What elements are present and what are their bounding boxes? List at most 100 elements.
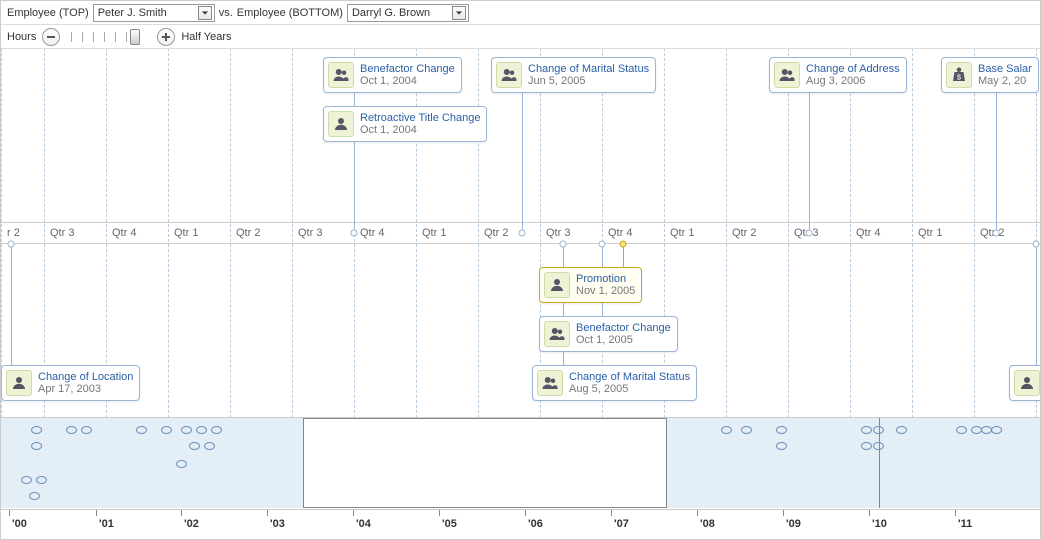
event-title: Change of Marital Status (528, 63, 649, 75)
event-pin[interactable] (560, 241, 567, 248)
quarter-label: Qtr 2 (484, 227, 508, 239)
overview-dot[interactable] (161, 426, 172, 434)
year-label: '07 (614, 518, 629, 530)
event-card[interactable]: Change of LocationApr 17, 2003 (1, 365, 140, 401)
person-icon (6, 370, 32, 396)
event-date: Oct 1, 2004 (360, 75, 455, 87)
quarter-label: Qtr 3 (546, 227, 570, 239)
timeline-area[interactable]: r 2Qtr 3Qtr 4Qtr 1Qtr 2Qtr 3Qtr 4Qtr 1Qt… (1, 49, 1040, 417)
overview-dot[interactable] (29, 492, 40, 500)
overview-dot[interactable] (896, 426, 907, 434)
event-card[interactable]: EJ (1009, 365, 1040, 401)
event-card[interactable]: Change of Marital StatusJun 5, 2005 (491, 57, 656, 93)
year-label: '01 (99, 518, 114, 530)
year-axis: '00'01'02'03'04'05'06'07'08'09'10'11 (1, 509, 1040, 539)
event-pin[interactable] (993, 230, 1000, 237)
event-date: May 2, 20 (978, 75, 1032, 87)
quarter-gridline (106, 49, 107, 417)
event-card[interactable]: Change of Marital StatusAug 5, 2005 (532, 365, 697, 401)
overview-dot[interactable] (31, 442, 42, 450)
event-stem (1036, 244, 1037, 365)
year-tick (9, 510, 10, 516)
event-date: Oct 1, 2004 (360, 124, 480, 136)
event-date: Aug 3, 2006 (806, 75, 900, 87)
quarter-gridline (292, 49, 293, 417)
overview-dot[interactable] (189, 442, 200, 450)
year-label: '05 (442, 518, 457, 530)
event-title: Change of Location (38, 371, 133, 383)
event-pin[interactable] (806, 230, 813, 237)
overview-dot[interactable] (36, 476, 47, 484)
year-label: '10 (872, 518, 887, 530)
overview-dot[interactable] (861, 442, 872, 450)
overview-dot[interactable] (136, 426, 147, 434)
people-icon (328, 62, 354, 88)
event-title: Change of Marital Status (569, 371, 690, 383)
event-card[interactable]: Change of AddressAug 3, 2006 (769, 57, 907, 93)
quarter-label: Qtr 4 (360, 227, 384, 239)
event-pin[interactable] (8, 241, 15, 248)
overview-dot[interactable] (741, 426, 752, 434)
overview-dot[interactable] (21, 476, 32, 484)
people-icon (774, 62, 800, 88)
quarter-gridline (912, 49, 913, 417)
zoom-right-label: Half Years (181, 31, 231, 43)
year-tick (525, 510, 526, 516)
overview-window[interactable] (303, 418, 667, 508)
overview-dot[interactable] (211, 426, 222, 434)
overview-dot[interactable] (956, 426, 967, 434)
event-pin[interactable] (519, 230, 526, 237)
people-icon (537, 370, 563, 396)
overview-dot[interactable] (991, 426, 1002, 434)
overview-dot[interactable] (861, 426, 872, 434)
event-stem (522, 75, 523, 233)
overview-dot[interactable] (181, 426, 192, 434)
employee-top-value: Peter J. Smith (98, 7, 178, 19)
event-date: Jun 5, 2005 (528, 75, 649, 87)
overview-dot[interactable] (776, 442, 787, 450)
event-card[interactable]: Benefactor ChangeOct 1, 2005 (539, 316, 678, 352)
year-tick (181, 510, 182, 516)
zoom-left-label: Hours (7, 31, 36, 43)
quarter-gridline (230, 49, 231, 417)
year-label: '11 (958, 518, 972, 530)
employee-top-dropdown[interactable]: Peter J. Smith (93, 4, 215, 22)
overview-dot[interactable] (81, 426, 92, 434)
quarter-label: Qtr 1 (174, 227, 198, 239)
overview-dot[interactable] (196, 426, 207, 434)
overview-dot[interactable] (204, 442, 215, 450)
overview-dot[interactable] (31, 426, 42, 434)
quarter-label: Qtr 1 (918, 227, 942, 239)
zoom-slider[interactable] (66, 29, 151, 45)
quarter-label: Qtr 2 (732, 227, 756, 239)
event-card[interactable]: Retroactive Title ChangeOct 1, 2004 (323, 106, 487, 142)
quarter-label: Qtr 4 (112, 227, 136, 239)
event-pin[interactable] (599, 241, 606, 248)
quarter-gridline (788, 49, 789, 417)
event-stem (11, 244, 12, 365)
event-card[interactable]: Benefactor ChangeOct 1, 2004 (323, 57, 462, 93)
event-date: Nov 1, 2005 (576, 285, 635, 297)
event-card[interactable]: PromotionNov 1, 2005 (539, 267, 642, 303)
zoom-slider-thumb[interactable] (130, 29, 140, 45)
zoom-in-button[interactable] (157, 28, 175, 46)
overview-dot[interactable] (776, 426, 787, 434)
quarter-label: Qtr 2 (236, 227, 260, 239)
person-icon (544, 272, 570, 298)
overview-dot[interactable] (66, 426, 77, 434)
overview-dot[interactable] (721, 426, 732, 434)
quarter-gridline (974, 49, 975, 417)
event-card[interactable]: $Base SalarMay 2, 20 (941, 57, 1039, 93)
event-pin[interactable] (1033, 241, 1040, 248)
event-pin[interactable] (620, 241, 627, 248)
zoom-out-button[interactable] (42, 28, 60, 46)
quarter-gridline (540, 49, 541, 417)
overview-dot[interactable] (176, 460, 187, 468)
money-bag-icon: $ (946, 62, 972, 88)
event-pin[interactable] (351, 230, 358, 237)
year-label: '06 (528, 518, 543, 530)
year-label: '00 (12, 518, 27, 530)
employee-bottom-dropdown[interactable]: Darryl G. Brown (347, 4, 469, 22)
employee-top-label: Employee (TOP) (7, 7, 89, 19)
person-icon (328, 111, 354, 137)
